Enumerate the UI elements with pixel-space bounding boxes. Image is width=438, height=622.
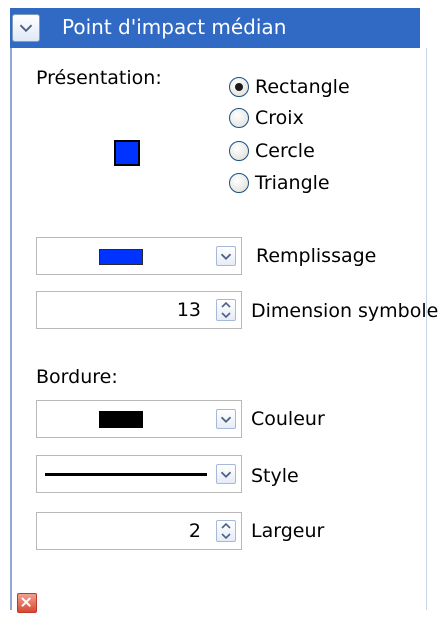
border-width-spin-buttons[interactable] [216,520,236,542]
spin-down-icon[interactable] [217,310,235,320]
symbol-size-label: Dimension symbole [251,300,438,322]
fill-color-swatch [99,249,143,265]
marker-settings-panel: Point d'impact médian Présentation: Rect… [0,0,438,622]
border-style-dropdown[interactable] [36,455,242,493]
radio-option-triangle[interactable]: Triangle [229,169,330,197]
close-icon [21,597,31,607]
fill-dropdown-button[interactable] [216,246,236,266]
radio-label-triangle: Triangle [255,172,330,194]
line-style-sample [45,473,207,476]
panel-frame-right [426,48,427,610]
presentation-label: Présentation: [36,67,162,89]
radio-option-croix[interactable]: Croix [229,104,304,132]
border-style-label: Style [251,465,299,487]
radio-button[interactable] [229,173,249,193]
spin-down-icon[interactable] [217,531,235,541]
border-width-label: Largeur [251,520,325,542]
fill-label: Remplissage [256,245,377,267]
panel-title: Point d'impact médian [62,15,287,39]
radio-button[interactable] [229,108,249,128]
spin-up-icon[interactable] [217,521,235,531]
radio-label-cercle: Cercle [255,140,315,162]
radio-option-rectangle[interactable]: Rectangle [229,73,350,101]
chevron-down-icon [220,253,232,260]
symbol-size-value[interactable]: 13 [177,292,201,328]
radio-label-rectangle: Rectangle [255,76,350,98]
remove-button[interactable] [17,593,37,613]
symbol-size-spinner[interactable]: 13 [36,291,242,329]
border-color-dropdown-button[interactable] [216,409,236,429]
border-label: Bordure: [36,366,118,388]
border-style-dropdown-button[interactable] [216,464,236,484]
marker-preview-square [114,140,140,166]
radio-option-cercle[interactable]: Cercle [229,137,315,165]
border-color-swatch [99,411,143,428]
border-width-value[interactable]: 2 [189,513,201,549]
fill-color-dropdown[interactable] [36,237,242,275]
border-width-spinner[interactable]: 2 [36,512,242,550]
chevron-down-icon [19,24,33,33]
border-color-label: Couleur [251,408,325,430]
panel-frame-left [10,48,12,610]
spin-up-icon[interactable] [217,300,235,310]
radio-label-croix: Croix [255,107,304,129]
radio-button-checked[interactable] [229,77,249,97]
symbol-size-spin-buttons[interactable] [216,299,236,321]
border-color-dropdown[interactable] [36,400,242,438]
chevron-down-icon [220,416,232,423]
chevron-down-icon [220,471,232,478]
radio-button[interactable] [229,141,249,161]
collapse-toggle-button[interactable] [12,14,40,42]
